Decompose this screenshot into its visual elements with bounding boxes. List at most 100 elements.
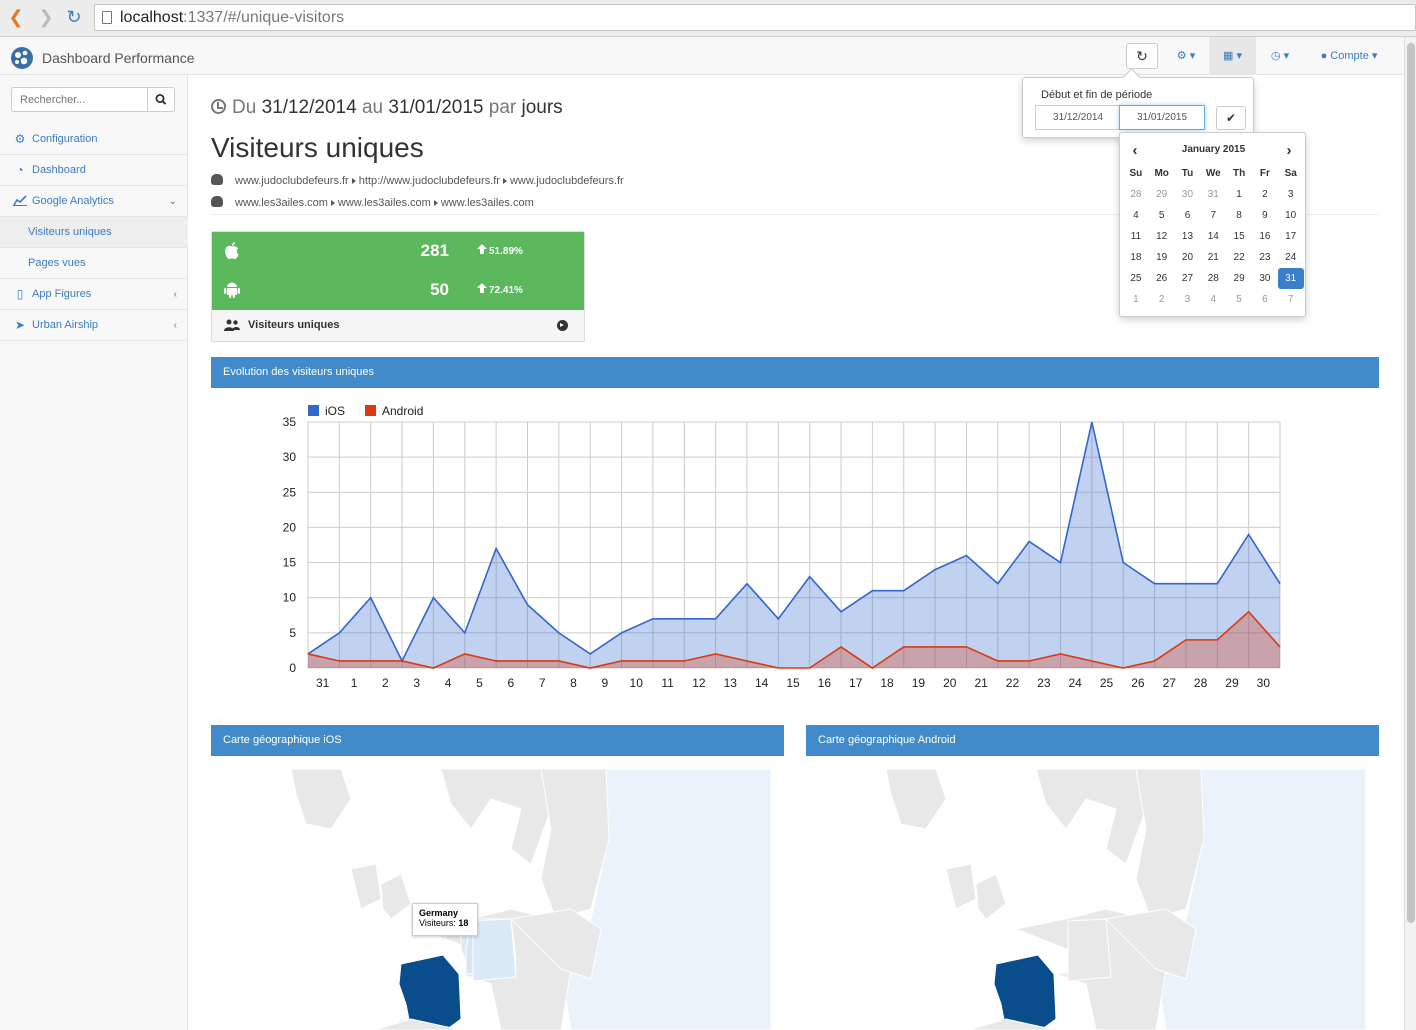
back-icon[interactable]: ❮ xyxy=(5,6,27,28)
day-cell[interactable]: 3 xyxy=(1175,289,1201,310)
day-cell[interactable]: 28 xyxy=(1123,184,1149,205)
day-cell[interactable]: 26 xyxy=(1149,268,1175,289)
day-cell[interactable]: 28 xyxy=(1200,268,1226,289)
android-map-svg xyxy=(806,769,1366,1030)
day-cell[interactable]: 27 xyxy=(1175,268,1201,289)
sidebar-item-app-figures[interactable]: ▯ App Figures ‹ xyxy=(0,279,188,310)
day-cell[interactable]: 31 xyxy=(1200,184,1226,205)
side-menu: ⚙ Configuration ◔ Dashboard Google Analy… xyxy=(0,124,188,341)
day-cell[interactable]: 2 xyxy=(1149,289,1175,310)
day-cell[interactable]: 1 xyxy=(1123,289,1149,310)
day-cell[interactable]: 6 xyxy=(1175,205,1201,226)
day-cell[interactable]: 9 xyxy=(1252,205,1278,226)
time-dropdown[interactable]: ◷ ▾ xyxy=(1260,37,1300,75)
day-cell[interactable]: 7 xyxy=(1200,205,1226,226)
day-cell[interactable]: 18 xyxy=(1123,247,1149,268)
ios-map[interactable] xyxy=(211,769,771,1030)
day-cell[interactable]: 24 xyxy=(1278,247,1304,268)
android-map[interactable] xyxy=(806,769,1366,1030)
sidebar-item-google-analytics[interactable]: Google Analytics ⌄ xyxy=(0,186,188,217)
day-cell[interactable]: 15 xyxy=(1226,226,1252,247)
x-tick-label: 13 xyxy=(724,676,738,690)
start-date-input[interactable] xyxy=(1035,105,1121,130)
day-cell[interactable]: 14 xyxy=(1200,226,1226,247)
day-cell[interactable]: 19 xyxy=(1149,247,1175,268)
account-label: Compte xyxy=(1330,50,1369,62)
datepicker: ‹ January 2015 › Su Mo Tu We Th Fr Sa 28 29 30 31 1… xyxy=(1119,132,1306,317)
day-cell[interactable]: 30 xyxy=(1175,184,1201,205)
source-item: www.les3ailes.com xyxy=(235,197,328,209)
day-cell[interactable]: 3 xyxy=(1278,184,1304,205)
datepicker-title[interactable]: January 2015 xyxy=(1144,144,1283,155)
forward-icon[interactable]: ❯ xyxy=(35,6,57,28)
source-item: www.les3ailes.com xyxy=(440,197,534,209)
day-cell[interactable]: 20 xyxy=(1175,247,1201,268)
day-cell[interactable]: 11 xyxy=(1123,226,1149,247)
account-dropdown[interactable]: ● Compte ▾ xyxy=(1310,37,1388,75)
sidebar-item-visiteurs-uniques[interactable]: Visiteurs uniques xyxy=(0,217,188,248)
end-date-input[interactable] xyxy=(1119,105,1205,130)
day-cell[interactable]: 5 xyxy=(1149,205,1175,226)
day-cell[interactable]: 2 xyxy=(1252,184,1278,205)
calendar-dropdown[interactable]: ▦ ▾ xyxy=(1209,37,1256,75)
day-cell[interactable]: 12 xyxy=(1149,226,1175,247)
brand-title[interactable]: Dashboard Performance xyxy=(42,50,195,66)
day-cell[interactable]: 10 xyxy=(1278,205,1304,226)
day-cell[interactable]: 13 xyxy=(1175,226,1201,247)
x-tick-label: 12 xyxy=(692,676,706,690)
day-cell-selected[interactable]: 31 xyxy=(1277,268,1304,289)
day-cell[interactable]: 25 xyxy=(1123,268,1149,289)
address-bar[interactable]: localhost:1337/#/unique-visitors xyxy=(94,4,1416,31)
day-cell[interactable]: 4 xyxy=(1200,289,1226,310)
chevron-left-icon: ‹ xyxy=(173,289,177,300)
period-start: 31/12/2014 xyxy=(261,97,357,118)
sidebar-item-pages-vues[interactable]: Pages vues xyxy=(0,248,188,279)
scrollbar[interactable] xyxy=(1404,37,1416,1030)
x-tick-label: 28 xyxy=(1194,676,1208,690)
y-tick-label: 30 xyxy=(283,450,297,464)
x-tick-label: 4 xyxy=(445,676,452,690)
day-cell[interactable]: 29 xyxy=(1226,268,1252,289)
x-tick-label: 8 xyxy=(570,676,577,690)
visitors-chart-svg: 0510152025303531 1 2 3 4 5 6 7 8 9 10 11 12 13 14 15 16 1… xyxy=(283,404,1281,690)
stats-footer[interactable]: Visiteurs uniques xyxy=(212,310,584,341)
day-cell[interactable]: 23 xyxy=(1252,247,1278,268)
source-item: www.judoclubdefeurs.fr xyxy=(509,175,624,187)
day-cell[interactable]: 5 xyxy=(1226,289,1252,310)
day-cell[interactable]: 8 xyxy=(1226,205,1252,226)
x-tick-label: 7 xyxy=(539,676,546,690)
day-cell[interactable]: 16 xyxy=(1252,226,1278,247)
arrow-circle-right-icon[interactable] xyxy=(557,320,568,331)
day-cell[interactable]: 7 xyxy=(1278,289,1304,310)
search-input[interactable] xyxy=(11,87,148,112)
scrollbar-thumb[interactable] xyxy=(1407,43,1415,923)
day-cell[interactable]: 21 xyxy=(1200,247,1226,268)
sidebar-item-dashboard[interactable]: ◔ Dashboard xyxy=(0,155,188,186)
sidebar-item-urban-airship[interactable]: ➤ Urban Airship ‹ xyxy=(0,310,188,341)
settings-dropdown[interactable]: ⚙ ▾ xyxy=(1166,37,1206,75)
reload-icon[interactable]: ↻ xyxy=(63,6,85,28)
weekday-header: Th xyxy=(1232,168,1246,179)
weekday-header: Tu xyxy=(1181,168,1194,179)
android-map-header: Carte géographique Android xyxy=(806,725,1379,756)
day-cell[interactable]: 17 xyxy=(1278,226,1304,247)
arrow-up-icon xyxy=(477,244,487,254)
x-tick-label: 20 xyxy=(943,676,957,690)
apply-date-button[interactable]: ✔ xyxy=(1216,106,1246,130)
android-stat-row: 50 72.41% xyxy=(212,271,584,310)
legend-label: Android xyxy=(382,404,423,418)
search-button[interactable] xyxy=(147,87,175,112)
day-cell[interactable]: 30 xyxy=(1252,268,1278,289)
day-cell[interactable]: 29 xyxy=(1149,184,1175,205)
day-cell[interactable]: 1 xyxy=(1226,184,1252,205)
apple-icon xyxy=(225,242,239,259)
next-month-button[interactable]: › xyxy=(1277,142,1301,159)
visitors-chart: 0 5 10 15 20 25 30 35 31 1 2 3 4 5 6 7 8 9 10 11 12 13 14 15 16 1… xyxy=(211,395,1379,705)
day-cell[interactable]: 6 xyxy=(1252,289,1278,310)
weekday-header: Su xyxy=(1129,168,1143,179)
sidebar-item-configuration[interactable]: ⚙ Configuration xyxy=(0,124,188,155)
day-cell[interactable]: 4 xyxy=(1123,205,1149,226)
day-cell[interactable]: 22 xyxy=(1226,247,1252,268)
stats-footer-label: Visiteurs uniques xyxy=(248,319,340,331)
refresh-button[interactable]: ↻ xyxy=(1126,43,1158,69)
